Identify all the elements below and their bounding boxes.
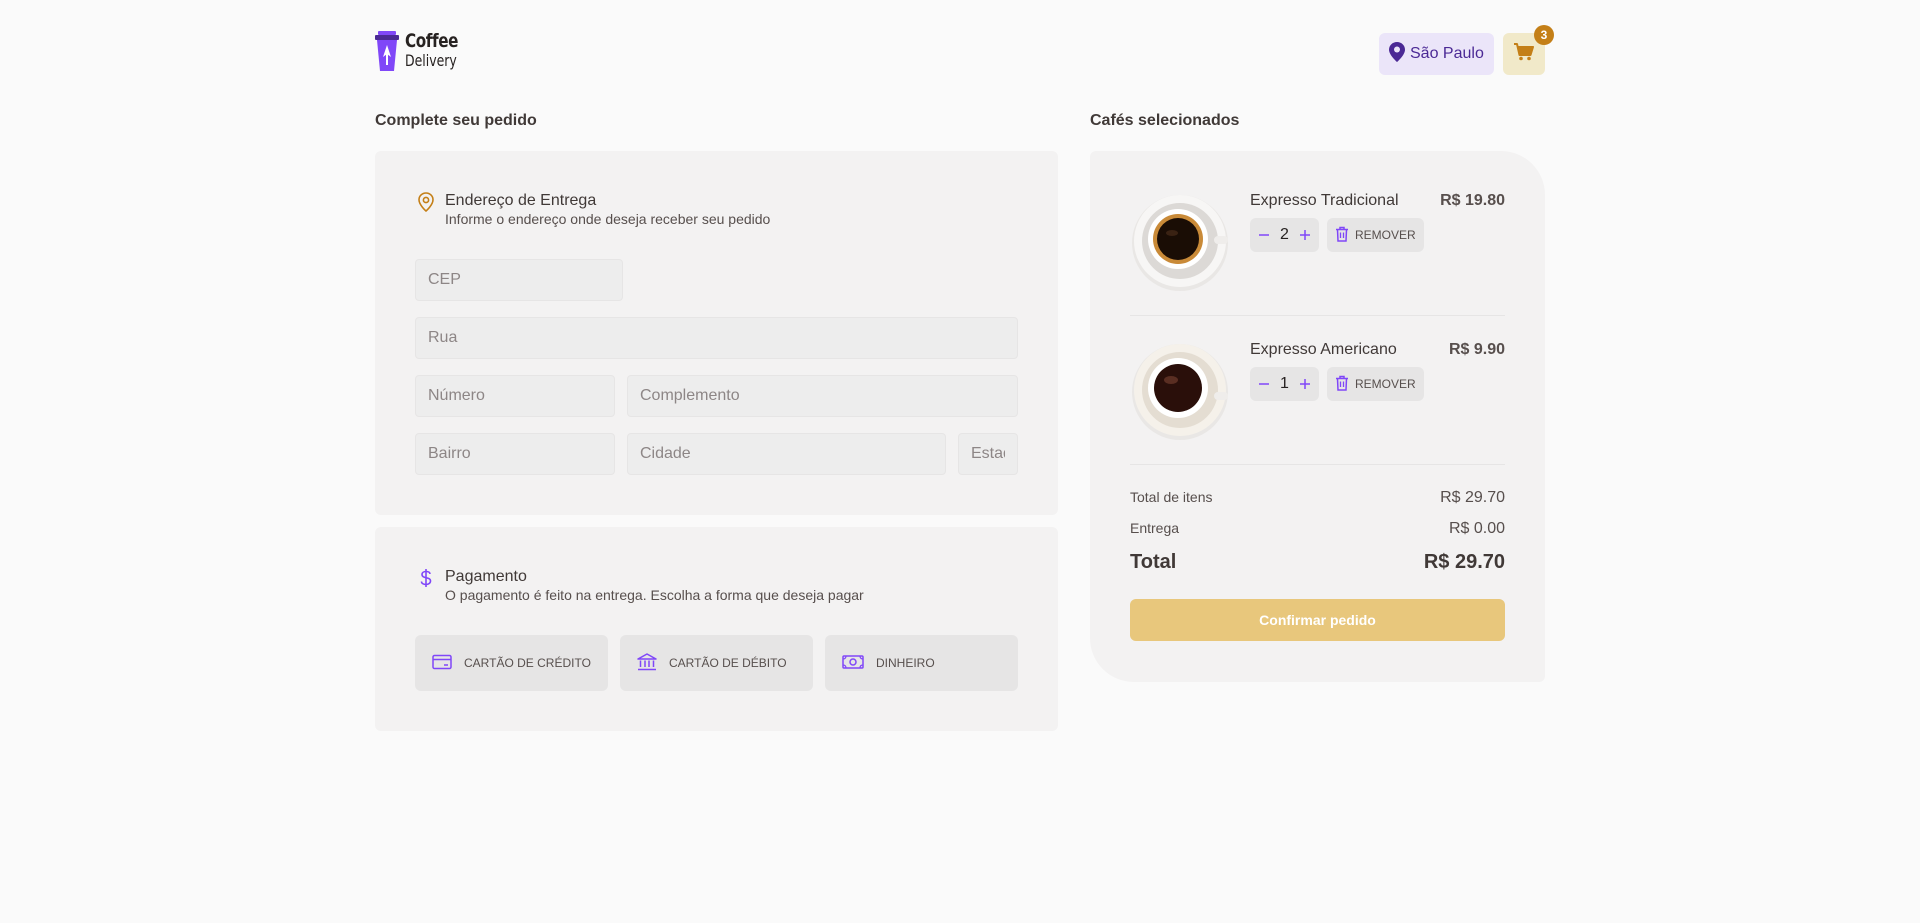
neighborhood-field[interactable] bbox=[415, 433, 615, 475]
address-subheading: Informe o endereço onde deseja receber s… bbox=[445, 211, 771, 227]
payment-option-debit-label: CARTÃO DE DÉBITO bbox=[669, 656, 787, 670]
minus-icon[interactable] bbox=[1258, 375, 1270, 393]
map-pin-outline-icon bbox=[415, 191, 437, 228]
header: Coffee Delivery São Paulo 3 bbox=[375, 0, 1554, 108]
summary-total-row: Total R$ 29.70 bbox=[1130, 551, 1505, 574]
item-name: Expresso Americano bbox=[1250, 341, 1397, 358]
cart-item: Expresso Americano R$ 9.90 1 REMOVER bbox=[1130, 340, 1505, 440]
item-price: R$ 9.90 bbox=[1448, 341, 1505, 358]
summary-items-row: Total de itens R$ 29.70 bbox=[1130, 489, 1505, 507]
payment-card: Pagamento O pagamento é feito na entrega… bbox=[375, 527, 1058, 731]
shopping-cart-icon bbox=[1514, 42, 1534, 66]
street-field[interactable] bbox=[415, 317, 1018, 359]
logo-line-1: Coffee bbox=[405, 30, 459, 52]
cep-field[interactable] bbox=[415, 259, 623, 301]
summary-total-value: R$ 29.70 bbox=[1423, 551, 1505, 573]
city-field[interactable] bbox=[627, 433, 946, 475]
trash-icon bbox=[1335, 375, 1349, 394]
quantity-value: 2 bbox=[1280, 226, 1289, 243]
summary-items-value: R$ 29.70 bbox=[1440, 489, 1505, 506]
coffee-cup-image bbox=[1130, 191, 1230, 291]
payment-heading: Pagamento bbox=[445, 568, 527, 585]
item-price: R$ 19.80 bbox=[1440, 192, 1505, 209]
credit-card-icon bbox=[432, 654, 452, 673]
divider bbox=[1130, 315, 1505, 316]
remove-button[interactable]: REMOVER bbox=[1327, 367, 1424, 401]
payment-subheading: O pagamento é feito na entrega. Escolha … bbox=[445, 587, 864, 603]
location-label: São Paulo bbox=[1410, 45, 1484, 62]
payment-option-debit[interactable]: CARTÃO DE DÉBITO bbox=[620, 635, 813, 691]
minus-icon[interactable] bbox=[1258, 226, 1270, 244]
summary-delivery-row: Entrega R$ 0.00 bbox=[1130, 520, 1505, 538]
summary-delivery-value: R$ 0.00 bbox=[1448, 520, 1505, 537]
payment-option-credit-label: CARTÃO DE CRÉDITO bbox=[464, 656, 591, 670]
confirm-order-button[interactable]: Confirmar pedido bbox=[1130, 599, 1505, 641]
summary-items-label: Total de itens bbox=[1130, 489, 1213, 505]
bank-icon bbox=[637, 652, 657, 674]
remove-label: REMOVER bbox=[1355, 377, 1416, 391]
state-field[interactable] bbox=[958, 433, 1018, 475]
quantity-value: 1 bbox=[1280, 375, 1289, 392]
checkout-title: Complete seu pedido bbox=[375, 112, 537, 129]
coffee-cup-logo-icon bbox=[375, 31, 399, 71]
location-badge[interactable]: São Paulo bbox=[1379, 33, 1494, 75]
quantity-stepper: 1 bbox=[1250, 367, 1319, 401]
payment-option-credit[interactable]: CARTÃO DE CRÉDITO bbox=[415, 635, 608, 691]
summary-delivery-label: Entrega bbox=[1130, 520, 1180, 536]
trash-icon bbox=[1335, 226, 1349, 245]
cart-item: Expresso Tradicional R$ 19.80 2 REMOVER bbox=[1130, 191, 1505, 291]
plus-icon[interactable] bbox=[1299, 226, 1311, 244]
payment-option-cash-label: DINHEIRO bbox=[876, 656, 935, 670]
address-card: Endereço de Entrega Informe o endereço o… bbox=[375, 151, 1058, 515]
payment-option-cash[interactable]: DINHEIRO bbox=[825, 635, 1018, 691]
complement-field[interactable] bbox=[627, 375, 1018, 417]
coffee-cup-image bbox=[1130, 340, 1230, 440]
cart-count-badge: 3 bbox=[1534, 25, 1554, 45]
item-name: Expresso Tradicional bbox=[1250, 192, 1399, 209]
number-field[interactable] bbox=[415, 375, 615, 417]
address-heading: Endereço de Entrega bbox=[445, 192, 597, 209]
logo[interactable]: Coffee Delivery bbox=[375, 31, 471, 71]
divider bbox=[1130, 464, 1505, 465]
cart-card: Expresso Tradicional R$ 19.80 2 REMOVER … bbox=[1090, 151, 1545, 682]
money-icon bbox=[842, 654, 864, 673]
remove-label: REMOVER bbox=[1355, 228, 1416, 242]
map-pin-icon bbox=[1389, 41, 1405, 67]
logo-line-2: Delivery bbox=[405, 51, 457, 70]
plus-icon[interactable] bbox=[1299, 375, 1311, 393]
summary-total-label: Total bbox=[1130, 551, 1177, 573]
dollar-sign-icon bbox=[415, 567, 437, 604]
remove-button[interactable]: REMOVER bbox=[1327, 218, 1424, 252]
cart-title: Cafés selecionados bbox=[1090, 112, 1240, 129]
quantity-stepper: 2 bbox=[1250, 218, 1319, 252]
